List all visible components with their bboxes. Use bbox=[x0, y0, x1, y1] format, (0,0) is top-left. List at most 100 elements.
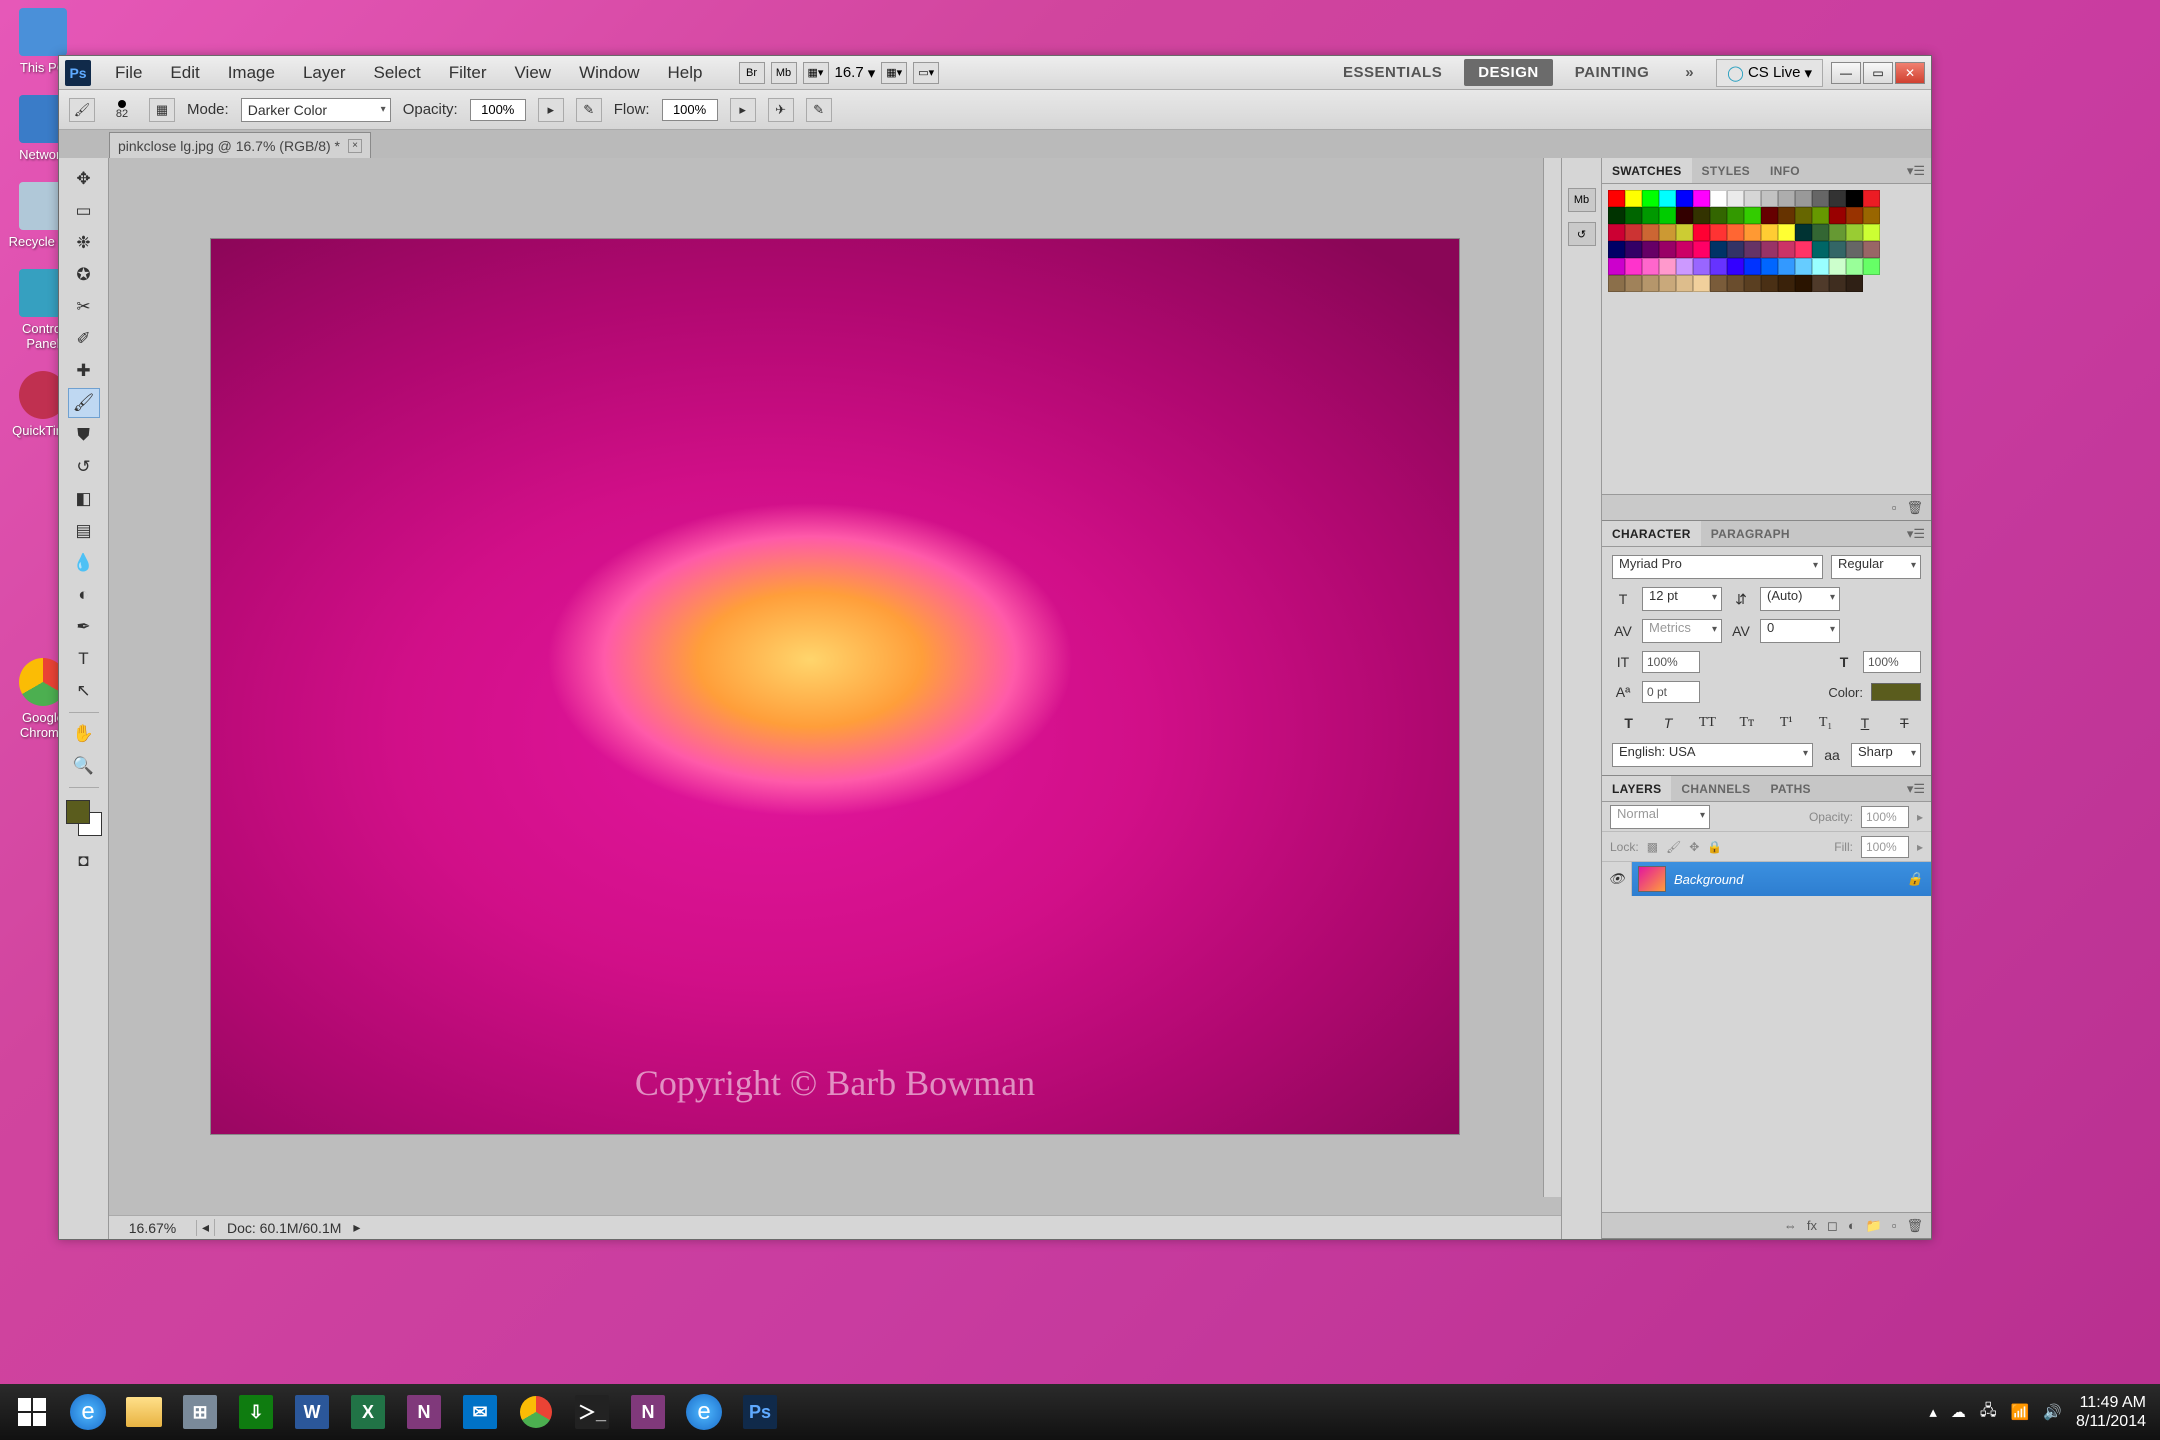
minimize-button[interactable]: — bbox=[1831, 62, 1861, 84]
superscript-button[interactable]: T¹ bbox=[1775, 713, 1797, 733]
layer-blend-mode[interactable]: Normal bbox=[1610, 805, 1710, 829]
swatch-cell[interactable] bbox=[1846, 241, 1863, 258]
swatch-cell[interactable] bbox=[1863, 190, 1880, 207]
kerning-input[interactable]: Metrics bbox=[1642, 619, 1722, 643]
swatch-cell[interactable] bbox=[1642, 241, 1659, 258]
menu-view[interactable]: View bbox=[503, 59, 564, 87]
close-button[interactable]: ✕ bbox=[1895, 62, 1925, 84]
swatch-cell[interactable] bbox=[1795, 258, 1812, 275]
swatch-cell[interactable] bbox=[1863, 224, 1880, 241]
swatch-cell[interactable] bbox=[1625, 207, 1642, 224]
swatch-cell[interactable] bbox=[1761, 275, 1778, 292]
swatch-cell[interactable] bbox=[1812, 224, 1829, 241]
swatch-cell[interactable] bbox=[1778, 207, 1795, 224]
baseline-input[interactable] bbox=[1642, 681, 1700, 703]
tray-volume-icon[interactable]: 🔊 bbox=[2043, 1403, 2062, 1421]
swatch-cell[interactable] bbox=[1693, 258, 1710, 275]
font-size-input[interactable]: 12 pt bbox=[1642, 587, 1722, 611]
foreground-color-swatch[interactable] bbox=[66, 800, 90, 824]
taskbar-mail[interactable]: ✉ bbox=[452, 1388, 508, 1436]
type-tool[interactable]: T bbox=[68, 644, 100, 674]
swatch-cell[interactable] bbox=[1608, 224, 1625, 241]
swatch-cell[interactable] bbox=[1778, 275, 1795, 292]
brush-panel-toggle[interactable]: ▦ bbox=[149, 98, 175, 122]
swatch-cell[interactable] bbox=[1625, 258, 1642, 275]
swatch-cell[interactable] bbox=[1863, 207, 1880, 224]
brush-tool[interactable]: 🖌 bbox=[68, 388, 100, 418]
swatch-cell[interactable] bbox=[1761, 224, 1778, 241]
swatch-cell[interactable] bbox=[1659, 258, 1676, 275]
swatch-cell[interactable] bbox=[1625, 241, 1642, 258]
document-canvas[interactable]: Copyright © Barb Bowman bbox=[211, 239, 1459, 1134]
taskbar-explorer[interactable] bbox=[116, 1388, 172, 1436]
flow-flyout[interactable]: ▸ bbox=[730, 98, 756, 122]
swatch-cell[interactable] bbox=[1761, 190, 1778, 207]
path-select-tool[interactable]: ↖ bbox=[68, 676, 100, 706]
layer-row-background[interactable]: 👁 Background 🔒 bbox=[1602, 862, 1931, 896]
swatch-cell[interactable] bbox=[1676, 258, 1693, 275]
tab-paragraph[interactable]: PARAGRAPH bbox=[1701, 521, 1800, 546]
swatch-cell[interactable] bbox=[1693, 275, 1710, 292]
dodge-tool[interactable]: ◐ bbox=[68, 580, 100, 610]
smallcaps-button[interactable]: Tᴛ bbox=[1736, 713, 1758, 733]
opacity-flyout[interactable]: ▸ bbox=[538, 98, 564, 122]
status-zoom[interactable]: 16.67% bbox=[109, 1220, 197, 1236]
leading-input[interactable]: (Auto) bbox=[1760, 587, 1840, 611]
menu-image[interactable]: Image bbox=[216, 59, 287, 87]
swatch-cell[interactable] bbox=[1761, 241, 1778, 258]
language-select[interactable]: English: USA bbox=[1612, 743, 1813, 767]
opacity-input[interactable] bbox=[470, 99, 526, 121]
layer-style-icon[interactable]: fx bbox=[1807, 1218, 1817, 1233]
tray-onedrive-icon[interactable]: ☁ bbox=[1951, 1403, 1966, 1421]
swatch-cell[interactable] bbox=[1812, 190, 1829, 207]
swatch-cell[interactable] bbox=[1863, 258, 1880, 275]
text-color-chip[interactable] bbox=[1871, 683, 1921, 701]
swatch-cell[interactable] bbox=[1642, 190, 1659, 207]
swatch-cell[interactable] bbox=[1676, 190, 1693, 207]
tray-network-icon[interactable]: 🖧 bbox=[1980, 1400, 1997, 1425]
taskbar-excel[interactable]: X bbox=[340, 1388, 396, 1436]
workspace-design[interactable]: DESIGN bbox=[1464, 59, 1553, 86]
document-tab[interactable]: pinkclose lg.jpg @ 16.7% (RGB/8) * × bbox=[109, 132, 371, 158]
swatch-cell[interactable] bbox=[1829, 207, 1846, 224]
swatch-cell[interactable] bbox=[1778, 241, 1795, 258]
swatches-panel-menu-icon[interactable]: ▾☰ bbox=[1901, 163, 1931, 179]
swatch-cell[interactable] bbox=[1812, 241, 1829, 258]
quick-select-tool[interactable]: ✪ bbox=[68, 260, 100, 290]
swatch-cell[interactable] bbox=[1676, 275, 1693, 292]
swatch-cell[interactable] bbox=[1812, 275, 1829, 292]
menu-layer[interactable]: Layer bbox=[291, 59, 358, 87]
swatch-cell[interactable] bbox=[1659, 207, 1676, 224]
menu-select[interactable]: Select bbox=[361, 59, 432, 87]
swatch-cell[interactable] bbox=[1795, 207, 1812, 224]
swatch-cell[interactable] bbox=[1727, 275, 1744, 292]
layers-panel-menu-icon[interactable]: ▾☰ bbox=[1901, 781, 1931, 797]
tray-wifi-icon[interactable]: 📶 bbox=[2011, 1403, 2030, 1421]
link-layers-icon[interactable]: ⇔ bbox=[1784, 1218, 1797, 1233]
swatch-cell[interactable] bbox=[1659, 241, 1676, 258]
layer-mask-icon[interactable]: ◻ bbox=[1827, 1218, 1838, 1234]
history-panel-icon[interactable]: ↺ bbox=[1568, 222, 1596, 246]
tab-close-icon[interactable]: × bbox=[348, 139, 362, 153]
swatch-cell[interactable] bbox=[1829, 258, 1846, 275]
swatch-cell[interactable] bbox=[1846, 275, 1863, 292]
swatch-cell[interactable] bbox=[1744, 241, 1761, 258]
swatch-cell[interactable] bbox=[1710, 275, 1727, 292]
swatch-cell[interactable] bbox=[1608, 275, 1625, 292]
lock-image-icon[interactable]: 🖌 bbox=[1666, 840, 1681, 854]
tablet-pressure-icon[interactable]: ✎ bbox=[806, 98, 832, 122]
swatch-cell[interactable] bbox=[1863, 241, 1880, 258]
hand-tool[interactable]: ✋ bbox=[68, 719, 100, 749]
swatch-cell[interactable] bbox=[1710, 190, 1727, 207]
swatch-cell[interactable] bbox=[1761, 258, 1778, 275]
swatch-cell[interactable] bbox=[1812, 207, 1829, 224]
taskbar-app1[interactable]: ⊞ bbox=[172, 1388, 228, 1436]
swatch-cell[interactable] bbox=[1676, 207, 1693, 224]
swatch-cell[interactable] bbox=[1795, 241, 1812, 258]
swatch-cell[interactable] bbox=[1829, 241, 1846, 258]
swatch-cell[interactable] bbox=[1744, 224, 1761, 241]
menu-window[interactable]: Window bbox=[567, 59, 651, 87]
lock-position-icon[interactable]: ✥ bbox=[1689, 840, 1699, 854]
swatch-cell[interactable] bbox=[1659, 190, 1676, 207]
taskbar-clock[interactable]: 11:49 AM 8/11/2014 bbox=[2076, 1393, 2146, 1431]
